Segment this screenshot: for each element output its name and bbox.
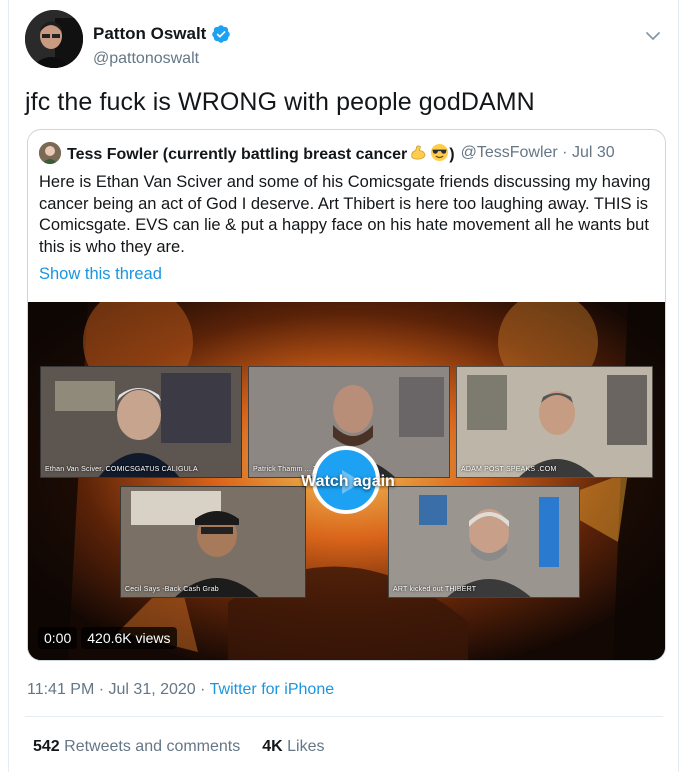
tweet-stats: 542 Retweets and comments 4K Likes (33, 738, 325, 756)
video-panel: Cecil Says -Back Cash Grab (120, 486, 306, 598)
video-views: 420.6K views (81, 627, 177, 649)
tweet-header: Patton Oswalt @pattonoswalt (25, 10, 665, 68)
panel-label-4: Cecil Says -Back Cash Grab (125, 586, 219, 593)
video-panel: ADAM POST SPEAKS .COM (456, 366, 653, 478)
tweet-source-link[interactable]: Twitter for iPhone (210, 681, 335, 698)
avatar[interactable] (25, 10, 83, 68)
tweet-text: jfc the fuck is WRONG with people godDAM… (25, 88, 535, 116)
sunglasses-emoji-icon (431, 143, 449, 161)
quoted-author-name[interactable]: Tess Fowler (currently battling breast c… (67, 143, 455, 164)
likes-label: Likes (287, 738, 325, 755)
video-meta: 0:00 420.6K views (38, 627, 177, 649)
video-time: 0:00 (38, 627, 78, 649)
quoted-avatar (39, 142, 61, 164)
show-thread-link[interactable]: Show this thread (39, 265, 162, 284)
quoted-header: Tess Fowler (currently battling breast c… (39, 142, 615, 164)
quoted-author-name-close: ) (449, 145, 455, 163)
tweet-time[interactable]: 11:41 PM · Jul 31, 2020 · (27, 681, 210, 698)
quoted-text: Here is Ethan Van Sciver and some of his… (39, 173, 651, 256)
quoted-author-name-text: Tess Fowler (currently battling breast c… (67, 145, 408, 163)
likes-count: 4K (262, 738, 283, 755)
quoted-tweet[interactable]: Tess Fowler (currently battling breast c… (27, 129, 666, 661)
author-handle[interactable]: @pattonoswalt (93, 50, 199, 68)
tweet-card: Patton Oswalt @pattonoswalt jfc the fuck… (8, 0, 679, 772)
retweets-label: Retweets and comments (64, 738, 241, 755)
retweets-count: 542 (33, 738, 60, 755)
verified-badge-icon (212, 25, 231, 43)
retweets-stat[interactable]: 542 Retweets and comments (33, 738, 240, 756)
panel-label-3: ADAM POST SPEAKS .COM (461, 466, 557, 473)
video-player[interactable]: Ethan Van Sciver. COMICSGATUS CALIGULA P… (28, 302, 665, 660)
flexed-biceps-emoji-icon (411, 144, 426, 160)
panel-label-5: ART kicked out THIBERT (393, 586, 477, 593)
tweet-timestamp: 11:41 PM · Jul 31, 2020 · Twitter for iP… (27, 681, 334, 699)
divider (25, 716, 663, 717)
chevron-down-icon[interactable] (641, 24, 665, 48)
panel-label-1: Ethan Van Sciver. COMICSGATUS CALIGULA (45, 466, 198, 473)
video-panel: ART kicked out THIBERT (388, 486, 580, 598)
author-name[interactable]: Patton Oswalt (93, 24, 206, 44)
video-panel: Ethan Van Sciver. COMICSGATUS CALIGULA (40, 366, 242, 478)
watch-again-label[interactable]: Watch again (288, 473, 408, 491)
quoted-handle-date[interactable]: @TessFowler · Jul 30 (461, 144, 615, 162)
likes-stat[interactable]: 4K Likes (262, 738, 324, 756)
